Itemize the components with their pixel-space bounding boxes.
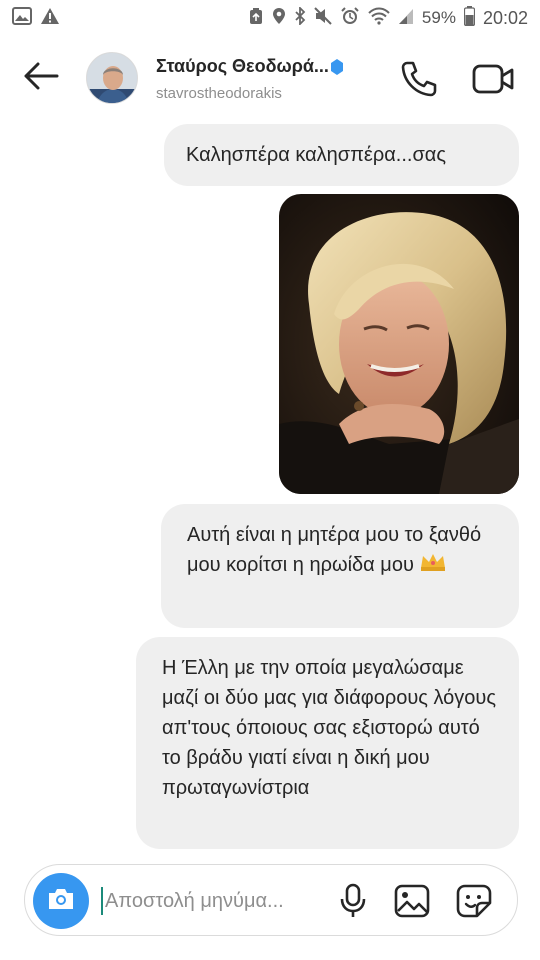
photo-message[interactable] <box>279 194 519 494</box>
phone-icon <box>398 61 438 102</box>
back-arrow-icon <box>23 62 59 95</box>
message-input[interactable] <box>105 883 335 919</box>
portrait-photo-image <box>279 194 519 494</box>
contact-title-block[interactable]: Σταύρος Θεοδωρά... stavrostheodorakis <box>156 56 343 102</box>
status-left <box>12 6 60 30</box>
location-icon <box>272 7 286 30</box>
verified-badge-icon <box>330 58 343 75</box>
bluetooth-icon <box>294 5 306 30</box>
alarm-icon <box>340 6 360 31</box>
status-bar: 59% 20:02 <box>0 0 540 36</box>
back-button[interactable] <box>20 60 62 96</box>
gallery-button[interactable] <box>393 883 431 919</box>
message-bubble[interactable]: Αυτή είναι η μητέρα μου το ξανθό μου κορ… <box>161 504 519 628</box>
battery-icon <box>463 5 476 31</box>
status-right: 59% 20:02 <box>248 5 528 31</box>
sticker-button[interactable] <box>455 883 493 919</box>
signal-icon <box>398 7 414 30</box>
voice-message-button[interactable] <box>339 883 367 919</box>
message-bubble[interactable]: Η Έλλη με την οποία μεγαλώσαμε μαζί οι δ… <box>136 637 519 849</box>
clock: 20:02 <box>482 7 528 28</box>
message-text: Η Έλλη με την οποία μεγαλώσαμε μαζί οι δ… <box>162 657 497 799</box>
message-text: Καλησπέρα καλησπέρα...σας <box>186 144 446 166</box>
sticker-icon <box>455 884 493 923</box>
image-notification-icon <box>12 6 32 30</box>
chat-header: Σταύρος Θεοδωρά... stavrostheodorakis <box>0 40 540 116</box>
camera-icon <box>46 886 76 917</box>
contact-name-text: Σταύρος Θεοδωρά... <box>156 56 329 76</box>
voice-call-button[interactable] <box>398 60 438 98</box>
crown-emoji-icon <box>419 551 447 581</box>
text-cursor <box>101 887 103 915</box>
video-call-button[interactable] <box>472 62 514 96</box>
data-saver-icon <box>248 7 264 30</box>
microphone-icon <box>339 883 367 923</box>
gallery-icon <box>393 884 431 923</box>
mute-icon <box>314 6 332 30</box>
message-bubble[interactable]: Καλησπέρα καλησπέρα...σας <box>164 124 519 186</box>
warning-icon <box>40 7 60 30</box>
contact-name: Σταύρος Θεοδωρά... <box>156 56 343 77</box>
contact-handle: stavrostheodorakis <box>156 85 282 102</box>
battery-percent: 59% <box>421 8 456 27</box>
wifi-icon <box>368 7 390 30</box>
avatar[interactable] <box>86 52 138 104</box>
message-composer <box>24 864 518 936</box>
video-camera-icon <box>472 64 514 100</box>
camera-button[interactable] <box>33 873 89 929</box>
